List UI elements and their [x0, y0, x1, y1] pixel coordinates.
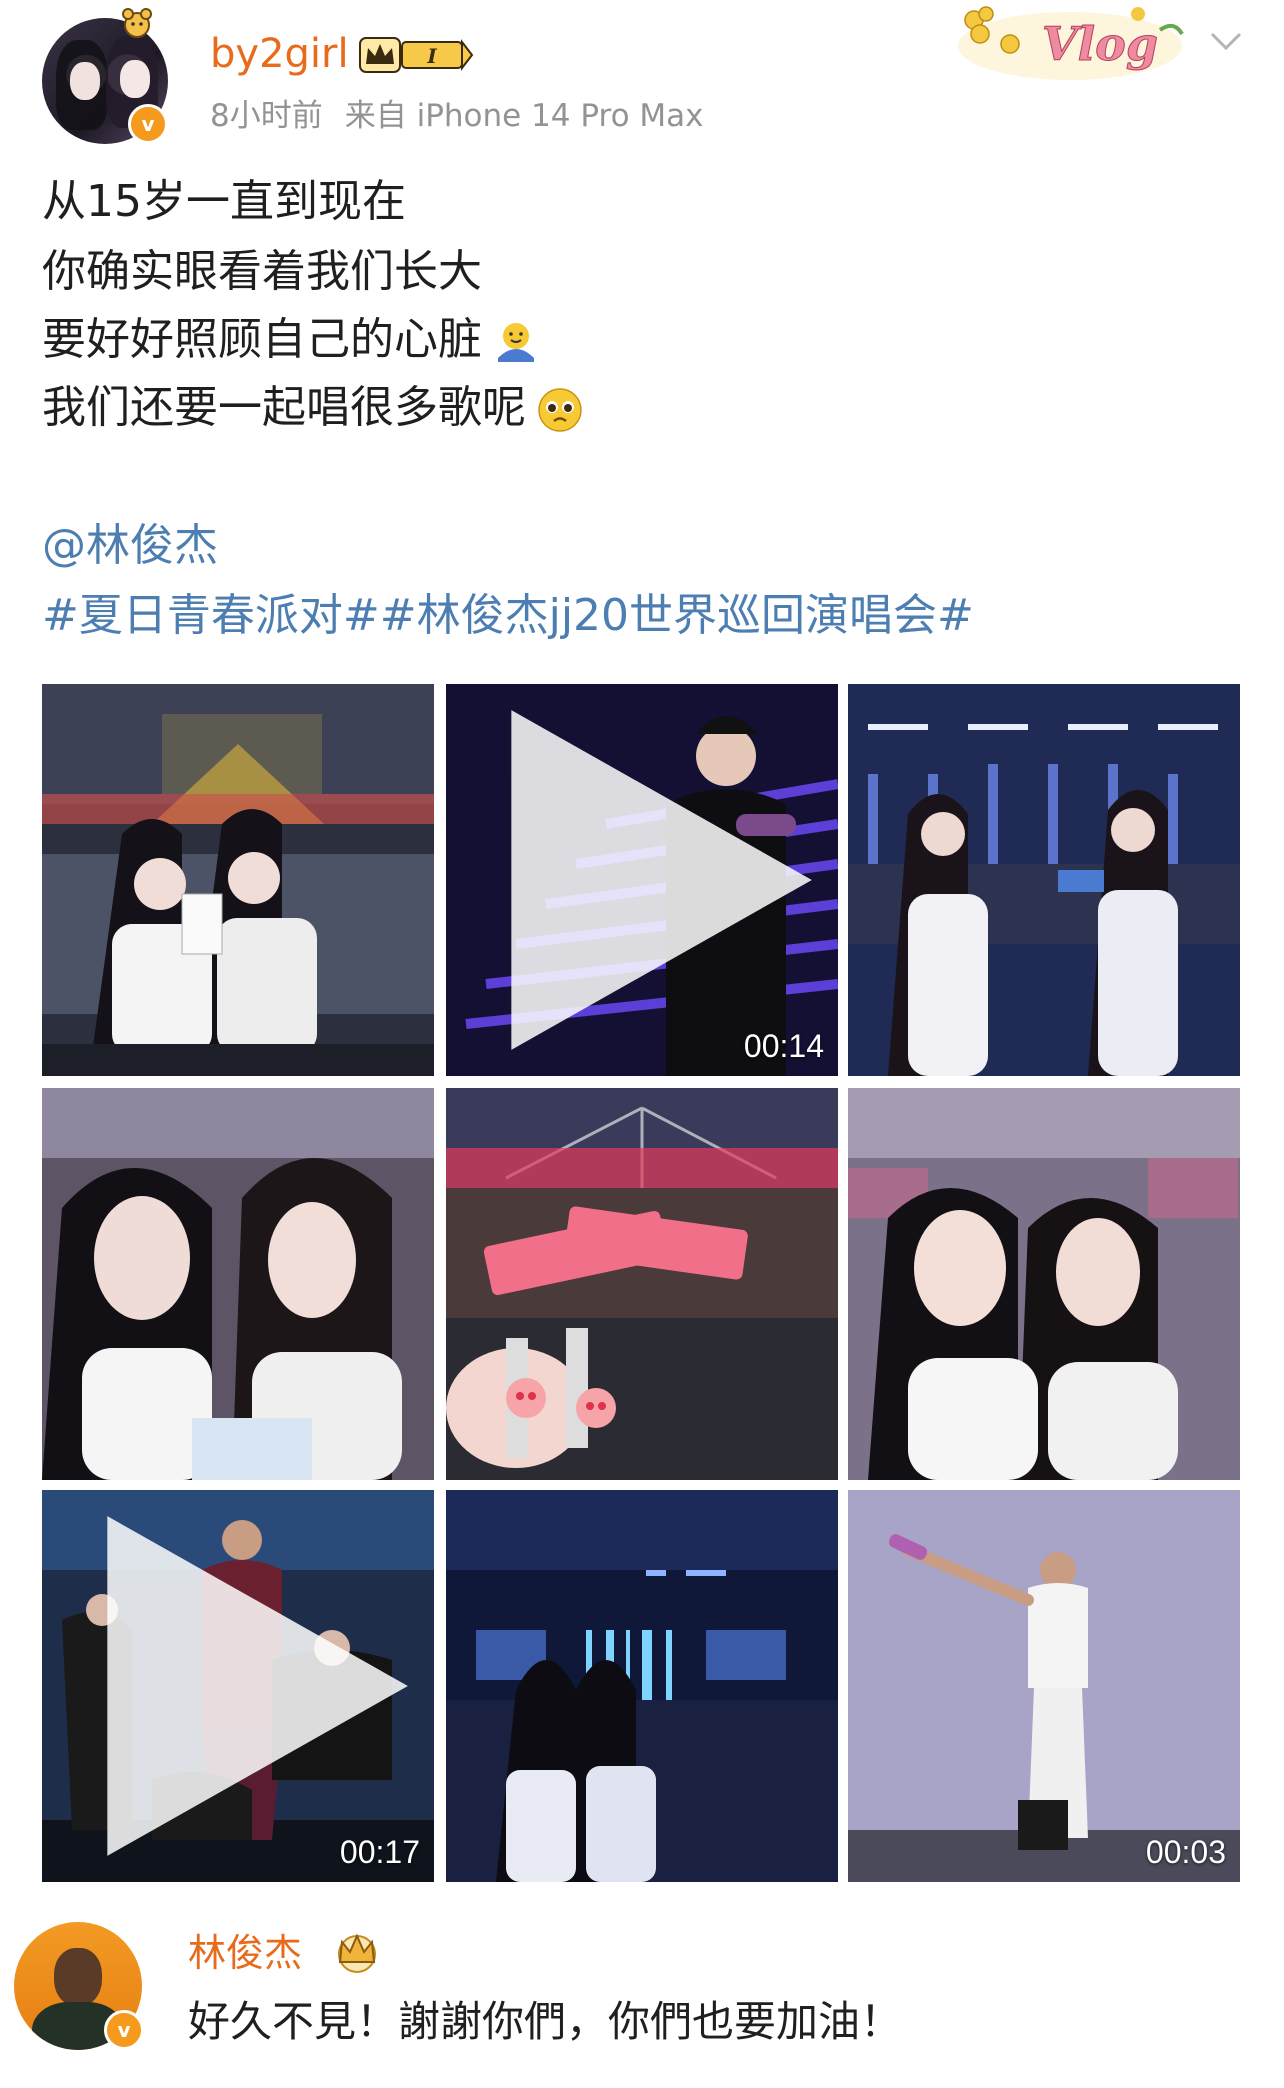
play-icon[interactable] [42, 1490, 434, 1882]
author-username[interactable]: by2girl [210, 28, 349, 80]
play-icon[interactable] [446, 684, 838, 1076]
media-thumbnail-8[interactable] [446, 1490, 838, 1882]
media-thumbnail-4[interactable] [42, 1088, 434, 1480]
video-duration: 00:03 [1145, 1834, 1226, 1870]
mention-link[interactable]: @林俊杰 [42, 520, 218, 572]
member-level-label: I [426, 44, 437, 68]
media-thumbnail-6[interactable] [848, 1088, 1240, 1480]
media-thumbnail-7[interactable]: 00:17 [42, 1490, 434, 1882]
hug-emoji-icon [498, 323, 534, 362]
post-time: 8小时前 [210, 98, 323, 134]
hashtag-links[interactable]: #夏日青春派对##林俊杰jj20世界巡回演唱会# [42, 590, 974, 642]
media-thumbnail-1[interactable] [42, 684, 434, 1076]
media-thumbnail-9[interactable]: 00:03 [848, 1490, 1240, 1882]
media-thumbnail-5[interactable] [446, 1088, 838, 1480]
media-thumbnail-2[interactable]: 00:14 [446, 684, 838, 1076]
crown-badge-icon [338, 1933, 376, 1973]
vlog-sticker-label: Vlog [1042, 17, 1158, 71]
verified-badge-icon: v [104, 2010, 144, 2050]
verified-badge-icon: v [128, 104, 168, 144]
bear-ornament-icon [122, 8, 152, 38]
chevron-down-icon[interactable] [1206, 26, 1246, 56]
media-thumbnail-3[interactable] [848, 684, 1240, 1076]
vlog-sticker: Vlog [958, 6, 1184, 80]
video-duration: 00:14 [743, 1028, 824, 1064]
media-grid: 00:14 00:17 00:03 [42, 684, 1240, 1882]
post-text-line-3: 要好好照顾自己的心脏 [42, 314, 540, 366]
post-text-line-4: 我们还要一起唱很多歌呢 [42, 382, 584, 434]
pleading-face-emoji-icon [538, 388, 582, 432]
post-text-line-2: 你确实眼看着我们长大 [42, 246, 482, 297]
post-source[interactable]: 来自 iPhone 14 Pro Max [345, 98, 704, 134]
post-text-line-1: 从15岁一直到现在 [42, 176, 406, 227]
post-meta: 8小时前 来自 iPhone 14 Pro Max [210, 96, 704, 136]
video-duration: 00:17 [339, 1834, 420, 1870]
comment-text: 好久不見！謝謝你們，你們也要加油！ [188, 1997, 903, 2046]
member-crown-badge-icon: I [359, 37, 474, 73]
commenter-username[interactable]: 林俊杰 [188, 1928, 302, 1978]
